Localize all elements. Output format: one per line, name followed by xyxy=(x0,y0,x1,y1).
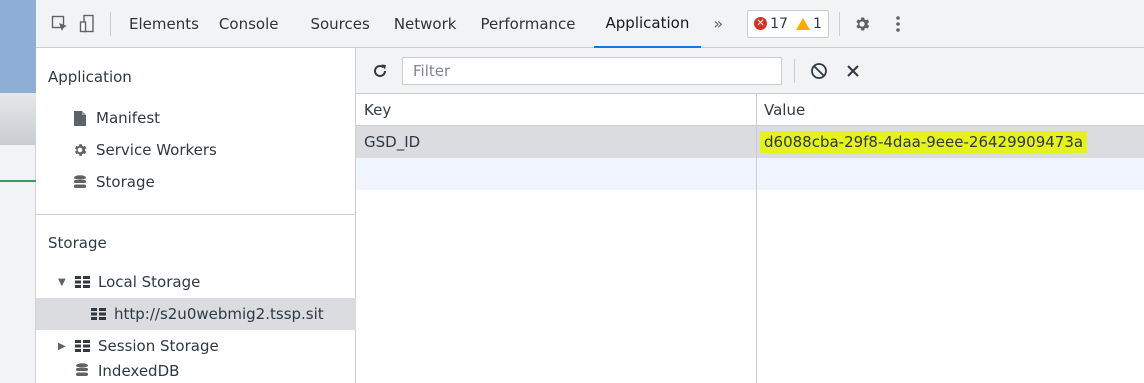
warning-count: 1 xyxy=(812,15,822,32)
tab-application[interactable]: Application xyxy=(593,0,702,48)
sidebar-item-manifest[interactable]: Manifest xyxy=(36,102,356,134)
tab-sources[interactable]: Sources xyxy=(288,0,379,48)
gear-icon xyxy=(72,142,88,158)
grid-icon xyxy=(90,306,106,322)
inspect-icon[interactable] xyxy=(46,10,74,38)
error-icon: ✕ xyxy=(754,17,768,30)
page-header-fragment xyxy=(0,0,36,93)
page-band-fragment xyxy=(0,93,36,145)
sidebar-item-label: Service Workers xyxy=(96,141,217,159)
toolbar-separator xyxy=(110,11,111,36)
refresh-icon[interactable] xyxy=(366,57,394,85)
column-divider[interactable] xyxy=(756,94,757,383)
tab-performance[interactable]: Performance xyxy=(466,0,585,48)
grid-icon xyxy=(74,338,90,354)
page-green-line xyxy=(0,180,36,182)
row-value-cell[interactable]: d6088cba-29f8-4daa-9eee-26429909473a xyxy=(756,126,1144,158)
expand-triangle-icon[interactable]: ▼ xyxy=(58,277,70,288)
table-empty-row[interactable] xyxy=(356,158,1144,190)
section-title-storage: Storage xyxy=(48,234,107,252)
sidebar-item-label: IndexedDB xyxy=(98,362,180,380)
column-header-value[interactable]: Value xyxy=(756,94,1144,126)
sidebar-item-local-storage[interactable]: ▼ Local Storage xyxy=(36,266,356,298)
column-header-key[interactable]: Key xyxy=(356,94,756,126)
section-title-application: Application xyxy=(48,68,132,86)
sidebar-item-label: Storage xyxy=(96,173,155,191)
filter-separator xyxy=(794,58,795,83)
sidebar-item-label: Session Storage xyxy=(98,337,219,355)
devtools-toolbar: Elements Console Sources Network Perform… xyxy=(36,0,1144,48)
database-icon xyxy=(74,362,90,378)
sidebar-item-storage[interactable]: Storage xyxy=(36,166,356,198)
highlighted-value: d6088cba-29f8-4daa-9eee-26429909473a xyxy=(760,131,1088,153)
sidebar-item-local-storage-origin[interactable]: http://s2u0webmig2.tssp.sit xyxy=(36,298,356,330)
sidebar-item-session-storage[interactable]: ▶ Session Storage xyxy=(36,330,356,362)
database-icon xyxy=(72,174,88,190)
grid-icon xyxy=(74,274,90,290)
inspected-page-strip xyxy=(0,0,36,383)
collapse-triangle-icon[interactable]: ▶ xyxy=(58,341,70,352)
sidebar-item-label: Local Storage xyxy=(98,273,201,291)
toolbar-separator xyxy=(838,11,840,36)
application-sidebar: Application Manifest Service Workers Sto… xyxy=(36,48,356,383)
row-key-cell[interactable]: GSD_ID xyxy=(356,126,756,158)
kebab-menu-icon[interactable] xyxy=(884,10,912,38)
file-icon xyxy=(72,110,88,126)
clear-all-icon[interactable] xyxy=(805,57,833,85)
error-count: 17 xyxy=(770,15,788,32)
storage-table: Key Value GSD_ID d6088cba-29f8-4daa-9eee… xyxy=(356,94,1144,383)
more-tabs-button[interactable]: » xyxy=(701,14,735,33)
sidebar-item-label: http://s2u0webmig2.tssp.sit xyxy=(114,305,324,323)
tab-elements[interactable]: Elements xyxy=(119,0,209,48)
delete-icon[interactable] xyxy=(839,57,867,85)
settings-icon[interactable] xyxy=(848,10,876,38)
sidebar-item-service-workers[interactable]: Service Workers xyxy=(36,134,356,166)
issues-counter[interactable]: ✕ 17 1 xyxy=(747,9,829,38)
warning-icon xyxy=(795,17,810,30)
storage-filter-bar xyxy=(356,48,1144,94)
sidebar-divider xyxy=(36,214,356,215)
tab-network[interactable]: Network xyxy=(380,0,467,48)
device-toggle-icon[interactable] xyxy=(74,10,102,38)
filter-input[interactable] xyxy=(402,56,782,85)
sidebar-item-indexeddb[interactable]: IndexedDB xyxy=(36,362,356,383)
tab-console[interactable]: Console xyxy=(209,0,289,48)
sidebar-item-label: Manifest xyxy=(96,109,161,127)
